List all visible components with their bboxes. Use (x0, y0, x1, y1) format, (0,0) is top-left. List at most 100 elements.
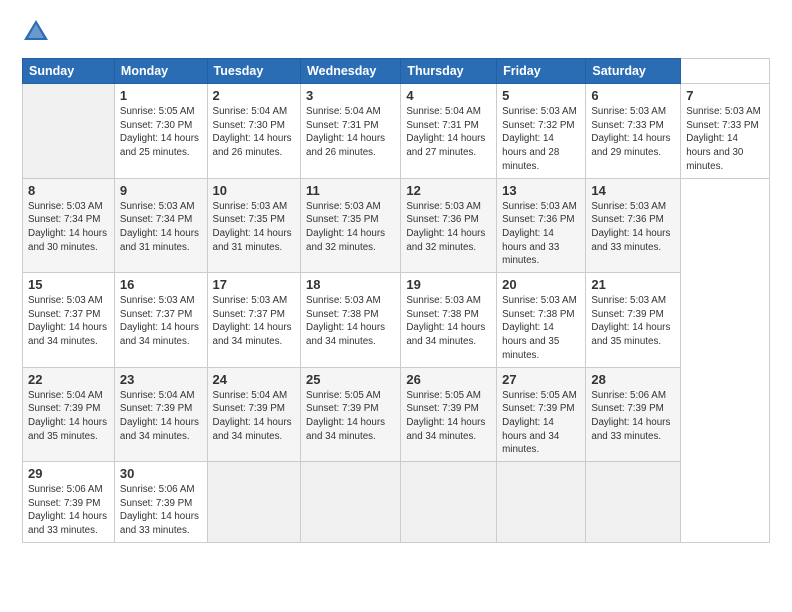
day-number: 27 (502, 372, 580, 387)
day-number: 10 (213, 183, 296, 198)
calendar-cell (497, 462, 586, 543)
day-info: Sunrise: 5:03 AMSunset: 7:36 PMDaylight:… (406, 201, 485, 253)
day-number: 15 (28, 277, 109, 292)
day-number: 8 (28, 183, 109, 198)
day-number: 5 (502, 88, 580, 103)
calendar-cell: 6 Sunrise: 5:03 AMSunset: 7:33 PMDayligh… (586, 84, 681, 179)
calendar-cell: 7 Sunrise: 5:03 AMSunset: 7:33 PMDayligh… (681, 84, 770, 179)
calendar-cell: 9 Sunrise: 5:03 AMSunset: 7:34 PMDayligh… (114, 178, 207, 273)
calendar-cell: 23 Sunrise: 5:04 AMSunset: 7:39 PMDaylig… (114, 367, 207, 462)
day-number: 28 (591, 372, 675, 387)
day-info: Sunrise: 5:06 AMSunset: 7:39 PMDaylight:… (120, 484, 199, 536)
day-number: 21 (591, 277, 675, 292)
header (22, 18, 770, 46)
day-number: 14 (591, 183, 675, 198)
day-number: 2 (213, 88, 296, 103)
day-header-thursday: Thursday (401, 59, 497, 84)
calendar-cell: 15 Sunrise: 5:03 AMSunset: 7:37 PMDaylig… (23, 273, 115, 368)
day-header-monday: Monday (114, 59, 207, 84)
day-info: Sunrise: 5:03 AMSunset: 7:33 PMDaylight:… (686, 106, 761, 172)
calendar-week-2: 8 Sunrise: 5:03 AMSunset: 7:34 PMDayligh… (23, 178, 770, 273)
calendar-cell: 12 Sunrise: 5:03 AMSunset: 7:36 PMDaylig… (401, 178, 497, 273)
calendar-header-row: SundayMondayTuesdayWednesdayThursdayFrid… (23, 59, 770, 84)
page: SundayMondayTuesdayWednesdayThursdayFrid… (0, 0, 792, 612)
day-number: 13 (502, 183, 580, 198)
day-number: 3 (306, 88, 395, 103)
day-number: 6 (591, 88, 675, 103)
day-info: Sunrise: 5:05 AMSunset: 7:30 PMDaylight:… (120, 106, 199, 158)
calendar-cell: 11 Sunrise: 5:03 AMSunset: 7:35 PMDaylig… (301, 178, 401, 273)
day-info: Sunrise: 5:03 AMSunset: 7:33 PMDaylight:… (591, 106, 670, 158)
day-info: Sunrise: 5:03 AMSunset: 7:32 PMDaylight:… (502, 106, 577, 172)
day-number: 17 (213, 277, 296, 292)
calendar-cell: 30 Sunrise: 5:06 AMSunset: 7:39 PMDaylig… (114, 462, 207, 543)
day-header-friday: Friday (497, 59, 586, 84)
day-header-saturday: Saturday (586, 59, 681, 84)
day-number: 25 (306, 372, 395, 387)
day-info: Sunrise: 5:03 AMSunset: 7:34 PMDaylight:… (120, 201, 199, 253)
day-info: Sunrise: 5:04 AMSunset: 7:39 PMDaylight:… (28, 390, 107, 442)
logo (22, 18, 54, 46)
calendar-cell: 27 Sunrise: 5:05 AMSunset: 7:39 PMDaylig… (497, 367, 586, 462)
day-info: Sunrise: 5:03 AMSunset: 7:38 PMDaylight:… (502, 295, 577, 361)
calendar-cell: 29 Sunrise: 5:06 AMSunset: 7:39 PMDaylig… (23, 462, 115, 543)
day-info: Sunrise: 5:03 AMSunset: 7:38 PMDaylight:… (406, 295, 485, 347)
day-number: 19 (406, 277, 491, 292)
day-info: Sunrise: 5:03 AMSunset: 7:35 PMDaylight:… (306, 201, 385, 253)
day-number: 18 (306, 277, 395, 292)
calendar-cell: 3 Sunrise: 5:04 AMSunset: 7:31 PMDayligh… (301, 84, 401, 179)
day-info: Sunrise: 5:03 AMSunset: 7:38 PMDaylight:… (306, 295, 385, 347)
day-number: 7 (686, 88, 764, 103)
calendar-cell (23, 84, 115, 179)
day-info: Sunrise: 5:03 AMSunset: 7:39 PMDaylight:… (591, 295, 670, 347)
calendar-cell: 22 Sunrise: 5:04 AMSunset: 7:39 PMDaylig… (23, 367, 115, 462)
calendar-cell: 5 Sunrise: 5:03 AMSunset: 7:32 PMDayligh… (497, 84, 586, 179)
day-info: Sunrise: 5:06 AMSunset: 7:39 PMDaylight:… (28, 484, 107, 536)
day-info: Sunrise: 5:05 AMSunset: 7:39 PMDaylight:… (502, 390, 577, 456)
calendar-cell: 24 Sunrise: 5:04 AMSunset: 7:39 PMDaylig… (207, 367, 301, 462)
calendar-cell: 21 Sunrise: 5:03 AMSunset: 7:39 PMDaylig… (586, 273, 681, 368)
calendar-cell: 4 Sunrise: 5:04 AMSunset: 7:31 PMDayligh… (401, 84, 497, 179)
day-number: 29 (28, 466, 109, 481)
calendar-cell: 20 Sunrise: 5:03 AMSunset: 7:38 PMDaylig… (497, 273, 586, 368)
calendar-week-4: 22 Sunrise: 5:04 AMSunset: 7:39 PMDaylig… (23, 367, 770, 462)
day-number: 30 (120, 466, 202, 481)
day-info: Sunrise: 5:04 AMSunset: 7:39 PMDaylight:… (213, 390, 292, 442)
calendar-cell: 8 Sunrise: 5:03 AMSunset: 7:34 PMDayligh… (23, 178, 115, 273)
day-number: 23 (120, 372, 202, 387)
day-number: 4 (406, 88, 491, 103)
day-info: Sunrise: 5:03 AMSunset: 7:34 PMDaylight:… (28, 201, 107, 253)
day-info: Sunrise: 5:05 AMSunset: 7:39 PMDaylight:… (306, 390, 385, 442)
calendar-cell: 19 Sunrise: 5:03 AMSunset: 7:38 PMDaylig… (401, 273, 497, 368)
day-info: Sunrise: 5:05 AMSunset: 7:39 PMDaylight:… (406, 390, 485, 442)
day-info: Sunrise: 5:04 AMSunset: 7:39 PMDaylight:… (120, 390, 199, 442)
day-number: 12 (406, 183, 491, 198)
day-header-sunday: Sunday (23, 59, 115, 84)
calendar-cell: 25 Sunrise: 5:05 AMSunset: 7:39 PMDaylig… (301, 367, 401, 462)
calendar-cell: 28 Sunrise: 5:06 AMSunset: 7:39 PMDaylig… (586, 367, 681, 462)
day-number: 11 (306, 183, 395, 198)
calendar-cell: 18 Sunrise: 5:03 AMSunset: 7:38 PMDaylig… (301, 273, 401, 368)
calendar-body: 1 Sunrise: 5:05 AMSunset: 7:30 PMDayligh… (23, 84, 770, 543)
day-number: 24 (213, 372, 296, 387)
calendar-week-1: 1 Sunrise: 5:05 AMSunset: 7:30 PMDayligh… (23, 84, 770, 179)
day-info: Sunrise: 5:04 AMSunset: 7:30 PMDaylight:… (213, 106, 292, 158)
calendar-cell (207, 462, 301, 543)
calendar-week-3: 15 Sunrise: 5:03 AMSunset: 7:37 PMDaylig… (23, 273, 770, 368)
day-number: 16 (120, 277, 202, 292)
day-number: 26 (406, 372, 491, 387)
day-info: Sunrise: 5:04 AMSunset: 7:31 PMDaylight:… (406, 106, 485, 158)
day-number: 22 (28, 372, 109, 387)
logo-icon (22, 18, 50, 46)
day-info: Sunrise: 5:03 AMSunset: 7:37 PMDaylight:… (213, 295, 292, 347)
calendar: SundayMondayTuesdayWednesdayThursdayFrid… (22, 58, 770, 543)
calendar-cell: 2 Sunrise: 5:04 AMSunset: 7:30 PMDayligh… (207, 84, 301, 179)
day-info: Sunrise: 5:03 AMSunset: 7:36 PMDaylight:… (591, 201, 670, 253)
calendar-cell: 17 Sunrise: 5:03 AMSunset: 7:37 PMDaylig… (207, 273, 301, 368)
day-number: 1 (120, 88, 202, 103)
day-info: Sunrise: 5:04 AMSunset: 7:31 PMDaylight:… (306, 106, 385, 158)
calendar-cell: 13 Sunrise: 5:03 AMSunset: 7:36 PMDaylig… (497, 178, 586, 273)
calendar-cell (301, 462, 401, 543)
calendar-cell (401, 462, 497, 543)
day-info: Sunrise: 5:03 AMSunset: 7:35 PMDaylight:… (213, 201, 292, 253)
